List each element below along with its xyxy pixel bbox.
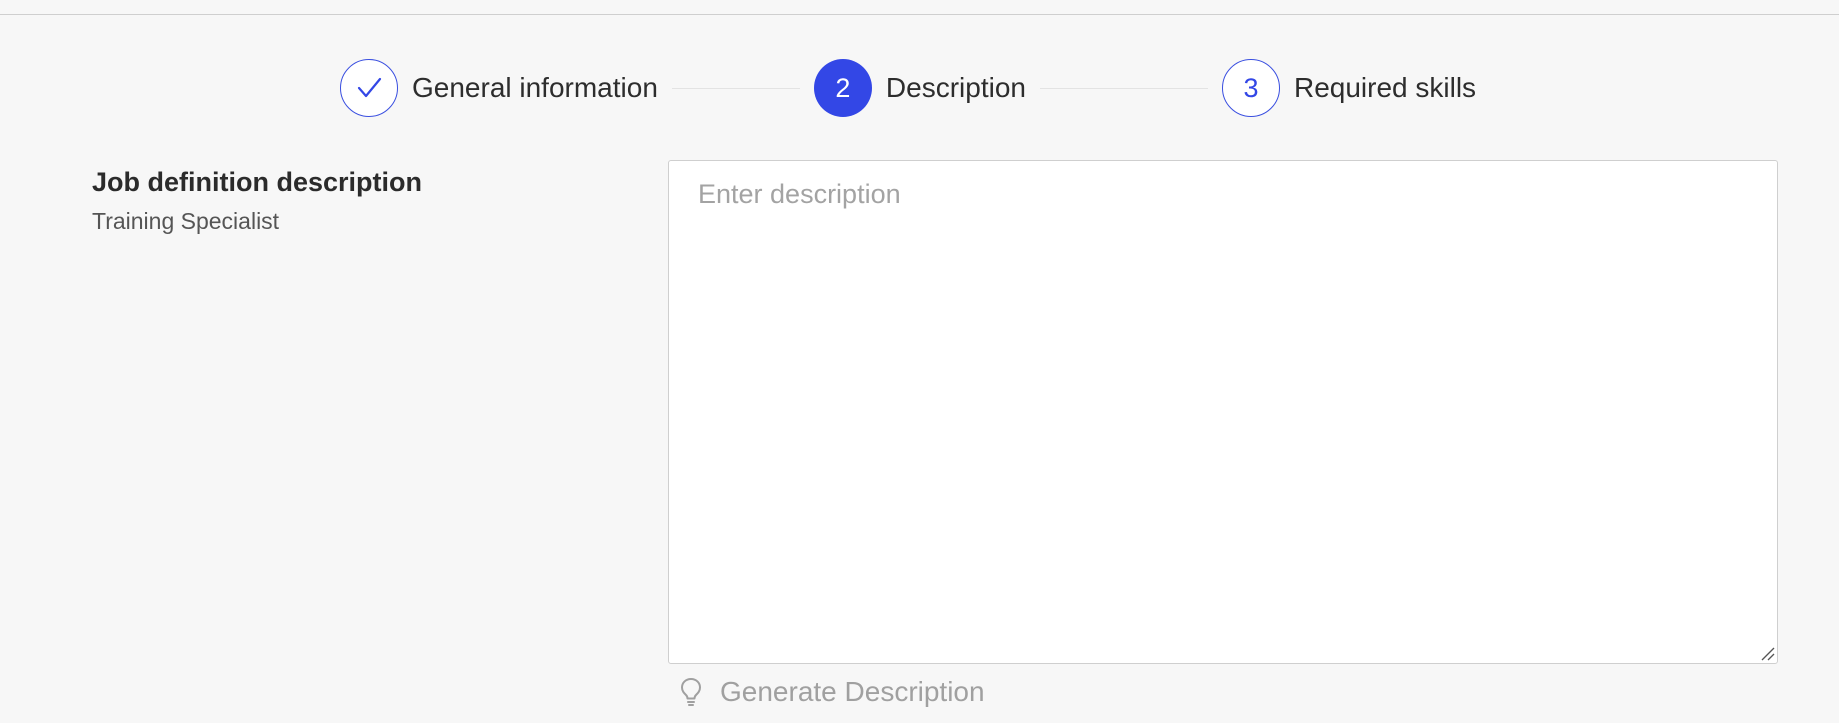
step-number: 2 — [813, 59, 872, 117]
resize-handle-icon[interactable] — [1759, 645, 1775, 661]
lightbulb-icon — [681, 678, 701, 706]
generate-description-button[interactable]: Generate Description — [678, 676, 985, 708]
header-divider — [0, 14, 1839, 15]
section-subtitle: Training Specialist — [92, 208, 280, 234]
step-label: Description — [885, 72, 1026, 103]
step-circle-completed — [340, 59, 398, 117]
step-number: 3 — [1221, 59, 1280, 117]
step-connector — [1039, 87, 1208, 89]
step-description[interactable]: 2 Description — [813, 59, 1026, 117]
description-field — [668, 160, 1778, 664]
step-connector — [671, 87, 800, 89]
check-icon — [357, 77, 382, 98]
description-textarea[interactable] — [669, 161, 1777, 663]
step-required-skills[interactable]: 3 Required skills — [1221, 59, 1477, 117]
step-label: General information — [412, 72, 658, 103]
section-title: Job definition description — [92, 167, 422, 197]
step-label: Required skills — [1293, 72, 1477, 103]
generate-description-label: Generate Description — [720, 676, 985, 707]
stepper: General information 2 Description 3 Requ… — [340, 59, 1476, 117]
step-general-information[interactable]: General information — [340, 59, 658, 117]
